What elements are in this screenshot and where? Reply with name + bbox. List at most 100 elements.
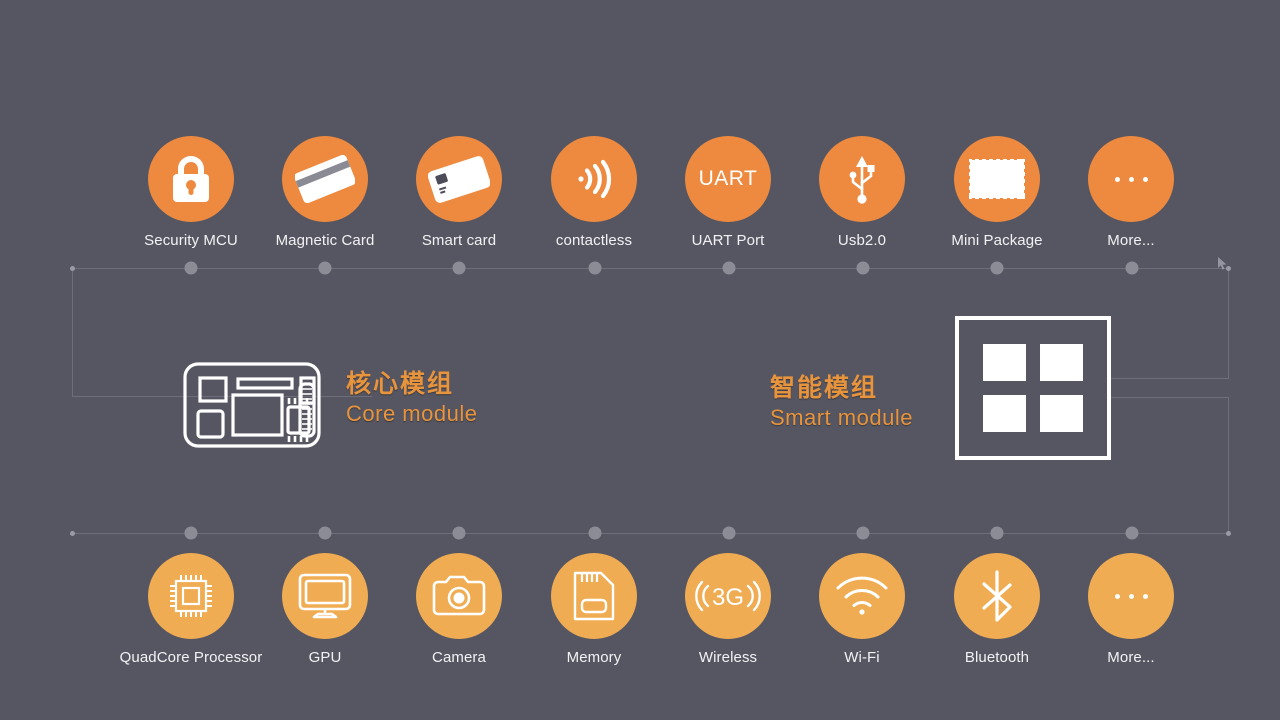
feature-circle[interactable] (1088, 136, 1174, 222)
smart-card-icon (416, 136, 502, 222)
four-squares-icon (955, 316, 1111, 460)
feature-label: More... (1107, 649, 1155, 666)
feature-circle[interactable] (416, 553, 502, 639)
sd-card-icon (551, 553, 637, 639)
uart-icon: UART (698, 167, 758, 190)
rail-dot (1125, 261, 1139, 275)
feature-label: Smart card (421, 232, 497, 249)
rail-right-vertical-lower (1228, 397, 1229, 534)
diagram-canvas: Security MCU Magnetic Card Smart card co… (0, 0, 1280, 720)
monitor-icon (282, 553, 368, 639)
grid-cell (1040, 395, 1083, 432)
magnetic-card-icon (282, 136, 368, 222)
feature-circle[interactable] (282, 136, 368, 222)
node-bot-left (70, 531, 75, 536)
feature-tile-magnetic-card[interactable]: Magnetic Card (250, 136, 400, 249)
feature-tile-memory[interactable]: Memory (519, 553, 669, 666)
smart-module-label: 智能模组 Smart module (770, 373, 970, 431)
feature-tile-mini-package[interactable]: Mini Package (922, 136, 1072, 249)
feature-tile-camera[interactable]: Camera (384, 553, 534, 666)
rail-dot (990, 261, 1004, 275)
feature-circle[interactable] (416, 136, 502, 222)
core-module[interactable]: 核心模组 Core module (183, 362, 477, 448)
wifi-icon (819, 553, 905, 639)
feature-circle[interactable] (551, 553, 637, 639)
feature-label: Memory (566, 649, 622, 666)
rail-dot (722, 261, 736, 275)
rail-dot (856, 261, 870, 275)
rail-dot (588, 526, 602, 540)
mini-package-icon (954, 136, 1040, 222)
rail-bottom-horizontal (72, 533, 1229, 534)
feature-label: GPU (308, 649, 342, 666)
rail-dot (184, 526, 198, 540)
feature-tile-wi-fi[interactable]: Wi-Fi (787, 553, 937, 666)
rail-dot (990, 526, 1004, 540)
feature-tile-quadcore-processor[interactable]: QuadCore Processor (116, 553, 266, 666)
feature-circle[interactable] (148, 136, 234, 222)
rail-dot (722, 526, 736, 540)
feature-tile-more[interactable]: More... (1056, 553, 1206, 666)
contactless-icon (551, 136, 637, 222)
feature-circle[interactable]: UART (685, 136, 771, 222)
rail-dot (856, 526, 870, 540)
feature-tile-security-mcu[interactable]: Security MCU (116, 136, 266, 249)
pcb-board-icon (183, 362, 321, 448)
feature-label: contactless (555, 232, 633, 249)
core-module-label: 核心模组 Core module (346, 369, 566, 427)
feature-circle[interactable] (1088, 553, 1174, 639)
feature-label: Wi-Fi (844, 649, 880, 666)
feature-label: Camera (432, 649, 486, 666)
rail-dot (318, 261, 332, 275)
svg-text:3G: 3G (712, 584, 744, 611)
bluetooth-icon (954, 553, 1040, 639)
rail-dot (452, 261, 466, 275)
grid-cell (1040, 344, 1083, 381)
more-icon (1088, 136, 1174, 222)
feature-circle[interactable] (954, 553, 1040, 639)
rail-dot (184, 261, 198, 275)
grid-cell (983, 344, 1026, 381)
rail-dot (452, 526, 466, 540)
feature-label: UART Port (691, 232, 765, 249)
rail-right-vertical-upper (1228, 268, 1229, 379)
usb-icon (819, 136, 905, 222)
core-module-title-en: Core module (346, 400, 478, 426)
cursor-arrow-icon (1218, 257, 1227, 270)
feature-circle[interactable] (148, 553, 234, 639)
feature-circle[interactable] (282, 553, 368, 639)
feature-circle[interactable] (819, 553, 905, 639)
rail-dot (1125, 526, 1139, 540)
feature-tile-usb2-0[interactable]: Usb2.0 (787, 136, 937, 249)
feature-label: Bluetooth (964, 649, 1030, 666)
smart-module-title-en: Smart module (770, 404, 913, 430)
core-module-title-cn: 核心模组 (346, 369, 455, 398)
feature-tile-gpu[interactable]: GPU (250, 553, 400, 666)
feature-circle[interactable] (551, 136, 637, 222)
feature-tile-more[interactable]: More... (1056, 136, 1206, 249)
feature-circle[interactable]: 3G (685, 553, 771, 639)
rail-dot (318, 526, 332, 540)
grid-cell (983, 395, 1026, 432)
smart-module-title-cn: 智能模组 (770, 373, 879, 402)
node-bot-right (1226, 531, 1231, 536)
feature-tile-uart-port[interactable]: UART UART Port (653, 136, 803, 249)
camera-icon (416, 553, 502, 639)
feature-label: Wireless (698, 649, 758, 666)
feature-circle[interactable] (819, 136, 905, 222)
rail-top-horizontal (72, 268, 1229, 269)
rail-left-vertical (72, 268, 73, 397)
3g-icon: 3G (685, 553, 771, 639)
feature-tile-smart-card[interactable]: Smart card (384, 136, 534, 249)
more-icon (1088, 553, 1174, 639)
cpu-icon (148, 553, 234, 639)
feature-circle[interactable] (954, 136, 1040, 222)
rail-dot (588, 261, 602, 275)
feature-tile-wireless[interactable]: 3G Wireless (653, 553, 803, 666)
feature-label: QuadCore Processor (119, 649, 263, 666)
feature-label: More... (1107, 232, 1155, 249)
lock-icon (148, 136, 234, 222)
feature-label: Security MCU (144, 232, 238, 249)
feature-tile-contactless[interactable]: contactless (519, 136, 669, 249)
feature-tile-bluetooth[interactable]: Bluetooth (922, 553, 1072, 666)
